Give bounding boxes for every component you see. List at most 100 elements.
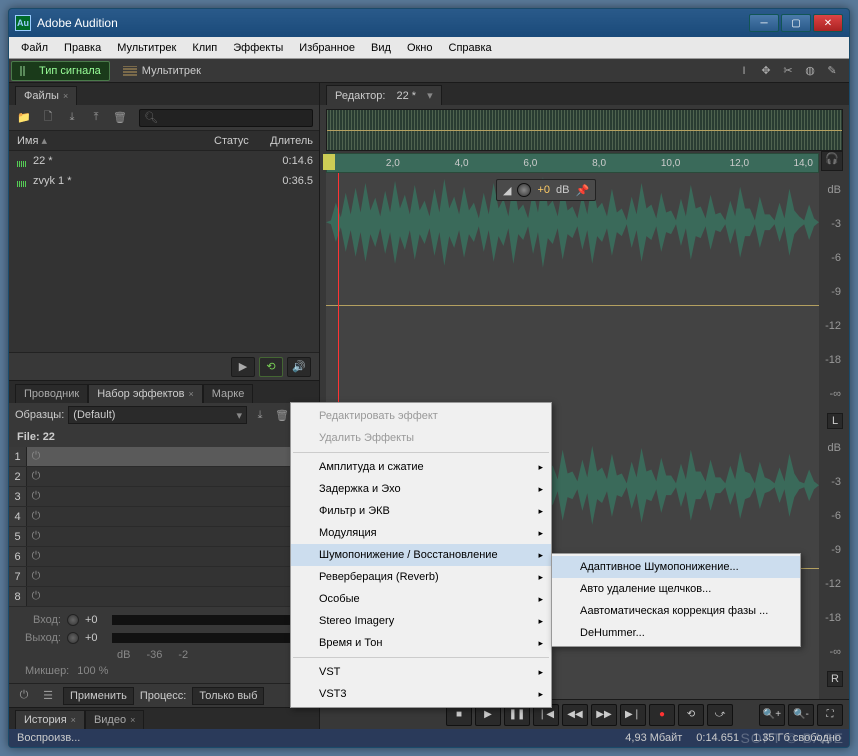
play-button[interactable]: ▶ xyxy=(231,357,255,377)
tool-cursor-icon[interactable]: I xyxy=(735,62,753,80)
record-button[interactable]: ● xyxy=(649,704,675,726)
preset-dropdown[interactable]: (Default)▾ xyxy=(68,406,247,424)
submenu-auto-phase[interactable]: Аавтоматическая коррекция фазы ... xyxy=(552,600,800,622)
power-icon[interactable]: ⏻ xyxy=(27,530,45,543)
tool-brush-icon[interactable]: ✎ xyxy=(823,62,841,80)
close-icon[interactable]: × xyxy=(63,91,68,101)
titlebar[interactable]: Au Adobe Audition ─ ▢ ✕ xyxy=(9,9,849,37)
channel-left-button[interactable]: L xyxy=(827,413,843,429)
power-icon[interactable]: ⏻ xyxy=(27,450,45,463)
time-ruler[interactable]: 2,0 4,0 6,0 8,0 10,0 12,0 14,0 xyxy=(326,153,819,173)
rewind-button[interactable]: ◀◀ xyxy=(562,704,588,726)
effect-slot[interactable]: 4⏻ xyxy=(9,507,319,527)
file-list-header[interactable]: Имя ▴ Статус Длитель xyxy=(9,131,319,151)
submenu-adaptive-nr[interactable]: Адаптивное Шумопонижение... xyxy=(552,556,800,578)
menu-item-edit-effect[interactable]: Редактировать эффект xyxy=(291,405,551,427)
menu-item-reverb[interactable]: Реверберация (Reverb) xyxy=(291,566,551,588)
power-icon[interactable]: ⏻ xyxy=(27,490,45,503)
effect-slot[interactable]: 2⏻ xyxy=(9,467,319,487)
process-dropdown[interactable]: Только выб xyxy=(192,687,264,705)
col-name[interactable]: Имя ▴ xyxy=(9,134,214,147)
maximize-button[interactable]: ▢ xyxy=(781,14,811,32)
col-status[interactable]: Статус xyxy=(214,135,264,147)
tab-explorer[interactable]: Проводник xyxy=(15,384,88,403)
tab-history[interactable]: История× xyxy=(15,710,85,729)
menu-multitrack[interactable]: Мультитрек xyxy=(109,39,184,57)
menu-item-modulation[interactable]: Модуляция xyxy=(291,522,551,544)
menu-favorites[interactable]: Избранное xyxy=(291,39,363,57)
loop-button[interactable]: ⟲ xyxy=(259,357,283,377)
menu-help[interactable]: Справка xyxy=(441,39,500,57)
pin-icon[interactable]: 📌 xyxy=(575,184,589,197)
menu-item-vst3[interactable]: VST3 xyxy=(291,683,551,705)
forward-button[interactable]: ▶▶ xyxy=(591,704,617,726)
close-icon[interactable]: × xyxy=(130,715,135,725)
delete-preset-icon[interactable]: 🗑 xyxy=(273,407,291,423)
submenu-dehummer[interactable]: DeHummer... xyxy=(552,622,800,644)
to-end-button[interactable]: ▶❘ xyxy=(620,704,646,726)
power-icon[interactable]: ⏻ xyxy=(27,550,45,563)
minimize-button[interactable]: ─ xyxy=(749,14,779,32)
menu-item-noise-reduction[interactable]: Шумопонижение / Восстановление xyxy=(291,544,551,566)
cti-marker-icon[interactable] xyxy=(323,154,335,170)
waveform-mode-button[interactable]: Тип сигнала xyxy=(11,61,110,81)
files-tab[interactable]: Файлы × xyxy=(15,86,77,105)
power-icon[interactable]: ⏻ xyxy=(27,470,45,483)
menu-item-time-pitch[interactable]: Время и Тон xyxy=(291,632,551,654)
tab-markers[interactable]: Марке xyxy=(203,384,254,403)
file-row[interactable]: 22 * 0:14.6 xyxy=(9,151,319,171)
close-icon[interactable]: × xyxy=(189,389,194,399)
channel-right-button[interactable]: R xyxy=(827,671,843,687)
waveform-overview[interactable] xyxy=(326,109,843,151)
editor-tab[interactable]: Редактор: 22 * ▾ xyxy=(326,85,442,105)
menu-item-amplitude[interactable]: Амплитуда и сжатие xyxy=(291,456,551,478)
new-file-icon[interactable]: 🗋 xyxy=(39,110,57,126)
power-icon[interactable]: ⏻ xyxy=(27,570,45,583)
effect-slot[interactable]: 5⏻ xyxy=(9,527,319,547)
menu-edit[interactable]: Правка xyxy=(56,39,109,57)
effect-slot[interactable]: 3⏻ xyxy=(9,487,319,507)
multitrack-mode-button[interactable]: Мультитрек xyxy=(114,61,210,81)
menu-item-delay[interactable]: Задержка и Эхо xyxy=(291,478,551,500)
menu-window[interactable]: Окно xyxy=(399,39,441,57)
output-knob[interactable] xyxy=(67,632,79,644)
gain-knob[interactable] xyxy=(517,183,531,197)
close-icon[interactable]: × xyxy=(71,715,76,725)
tool-move-icon[interactable]: ✥ xyxy=(757,62,775,80)
file-row[interactable]: zvyk 1 * 0:36.5 xyxy=(9,171,319,191)
save-preset-icon[interactable]: ⤓ xyxy=(251,407,269,423)
menu-item-filter[interactable]: Фильтр и ЭКВ xyxy=(291,500,551,522)
effect-slot[interactable]: 1⏻▸▸ xyxy=(9,447,319,467)
menu-item-stereo[interactable]: Stereo Imagery xyxy=(291,610,551,632)
headphones-icon[interactable]: 🎧 xyxy=(821,151,843,171)
fx-power-icon[interactable]: ⏻ xyxy=(15,688,33,704)
submenu-auto-click[interactable]: Авто удаление щелчков... xyxy=(552,578,800,600)
close-button[interactable]: ✕ xyxy=(813,14,843,32)
tool-heal-icon[interactable]: ◍ xyxy=(801,62,819,80)
skip-button[interactable]: ⤻ xyxy=(707,704,733,726)
effect-slot[interactable]: 7⏻ xyxy=(9,567,319,587)
import-icon[interactable]: ⤓ xyxy=(63,110,81,126)
menu-file[interactable]: Файл xyxy=(13,39,56,57)
zoom-fit-icon[interactable]: ⛶ xyxy=(817,704,843,726)
output-value[interactable]: +0 xyxy=(85,632,98,644)
menu-item-delete-effects[interactable]: Удалить Эффекты xyxy=(291,427,551,449)
tool-razor-icon[interactable]: ✂ xyxy=(779,62,797,80)
fx-list-icon[interactable]: ☰ xyxy=(39,688,57,704)
delete-icon[interactable]: 🗑 xyxy=(111,110,129,126)
menu-clip[interactable]: Клип xyxy=(184,39,225,57)
export-icon[interactable]: ⤒ xyxy=(87,110,105,126)
zoom-in-icon[interactable]: 🔍+ xyxy=(759,704,785,726)
input-knob[interactable] xyxy=(67,614,79,626)
menu-item-special[interactable]: Особые xyxy=(291,588,551,610)
col-duration[interactable]: Длитель xyxy=(264,135,319,147)
input-value[interactable]: +0 xyxy=(85,614,98,626)
menu-view[interactable]: Вид xyxy=(363,39,399,57)
zoom-out-icon[interactable]: 🔍- xyxy=(788,704,814,726)
menu-effects[interactable]: Эффекты xyxy=(225,39,291,57)
menu-item-vst[interactable]: VST xyxy=(291,661,551,683)
gain-hud[interactable]: ◢ +0 dB 📌 xyxy=(496,179,596,201)
loop-button[interactable]: ⟲ xyxy=(678,704,704,726)
power-icon[interactable]: ⏻ xyxy=(27,510,45,523)
apply-button[interactable]: Применить xyxy=(63,687,134,705)
